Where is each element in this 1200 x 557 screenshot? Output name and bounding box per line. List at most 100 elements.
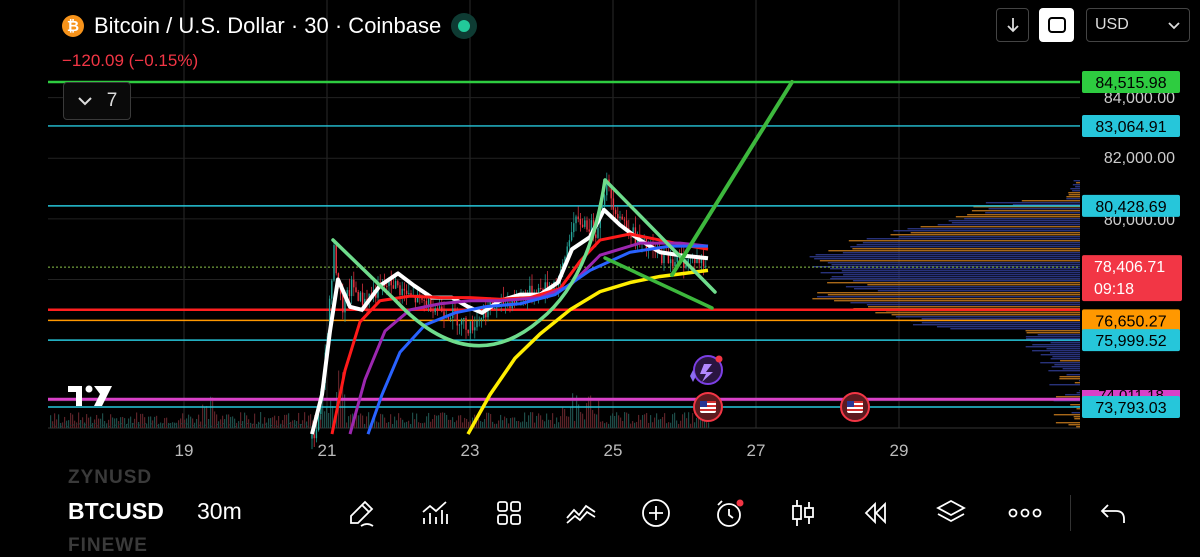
candle-body <box>199 424 201 426</box>
candle-body <box>229 424 231 426</box>
profile-bar <box>1021 200 1080 202</box>
profile-bar <box>1072 184 1080 186</box>
candle-body <box>353 279 355 288</box>
chart-type-button[interactable] <box>786 496 820 530</box>
profile-bar <box>831 276 1080 278</box>
chevron-down-icon <box>1168 21 1180 29</box>
draw-tool-button[interactable] <box>345 496 379 530</box>
volume-bar <box>578 404 580 428</box>
volume-bar <box>422 423 424 428</box>
indicators-button[interactable] <box>418 496 452 530</box>
candle-body <box>286 424 288 426</box>
volume-bar <box>296 421 298 428</box>
candle-body <box>283 425 285 427</box>
candle-body <box>480 318 483 320</box>
profile-bar <box>1074 418 1080 420</box>
volume-bar <box>420 423 422 428</box>
volume-bar <box>380 413 382 428</box>
profile-bar <box>831 264 1080 266</box>
candle-body <box>223 423 225 425</box>
volume-bar <box>136 412 138 428</box>
volume-bar <box>142 413 144 428</box>
volume-bar <box>414 419 416 428</box>
profile-bar <box>967 214 1080 216</box>
profile-bar <box>843 274 1080 276</box>
volume-bar <box>230 416 232 428</box>
profile-bar <box>1025 346 1080 348</box>
candle-body <box>458 324 461 326</box>
fullscreen-button[interactable] <box>1039 8 1074 42</box>
volume-bar <box>306 421 308 428</box>
profile-bar <box>988 208 1080 210</box>
candle-body <box>355 287 357 292</box>
download-button[interactable] <box>996 8 1029 42</box>
profile-bar <box>848 240 1080 242</box>
event-markers[interactable] <box>690 355 870 422</box>
profile-bar <box>1050 358 1080 360</box>
volume-bar <box>442 412 444 428</box>
profile-bar <box>971 210 1080 212</box>
profile-bar <box>850 302 1080 304</box>
volume-bar <box>74 420 76 428</box>
volume-bar <box>176 422 178 428</box>
candle-body <box>253 423 255 425</box>
profile-bar <box>910 232 1080 234</box>
symbol-header[interactable]: ₿ Bitcoin / U.S. Dollar · 30 · Coinbase <box>62 12 478 40</box>
candle-body <box>295 424 297 426</box>
candle-body <box>348 290 351 297</box>
profile-bar <box>1051 366 1080 368</box>
object-tree-button[interactable] <box>934 496 968 530</box>
volume-bar <box>384 417 386 428</box>
more-button[interactable] <box>1008 496 1042 530</box>
candle-body <box>449 318 452 319</box>
candle-body <box>568 240 571 247</box>
candle-body <box>181 423 183 425</box>
volume-bar <box>78 412 80 428</box>
add-button[interactable] <box>639 496 673 530</box>
profile-bar <box>951 222 1080 224</box>
candle-body <box>575 216 577 224</box>
volume-bar <box>536 415 538 428</box>
volume-bar <box>76 422 78 428</box>
currency-select[interactable]: USD <box>1086 8 1190 42</box>
volume-bar <box>178 420 180 428</box>
chart-grid <box>48 0 1080 429</box>
volume-bar <box>672 414 674 428</box>
timeframe-selector[interactable]: 30m <box>197 498 242 525</box>
indicators-toggle[interactable]: 7 <box>63 82 131 120</box>
volume-bar <box>656 413 658 428</box>
volume-bar <box>400 417 402 428</box>
undo-button[interactable] <box>1096 496 1130 530</box>
profile-bar <box>1025 336 1080 338</box>
symbol-title[interactable]: Bitcoin / U.S. Dollar · 30 · Coinbase <box>94 13 441 39</box>
volume-bar <box>614 415 616 428</box>
candle-body <box>151 423 153 425</box>
candle-body <box>169 423 171 425</box>
candle-body <box>256 425 258 427</box>
layouts-button[interactable] <box>492 496 526 530</box>
alert-button[interactable] <box>712 496 746 530</box>
profile-bar <box>1059 376 1080 378</box>
volume-bar <box>608 423 610 428</box>
volume-bar <box>650 415 652 428</box>
profile-bar <box>1048 370 1080 372</box>
replay-button[interactable] <box>860 496 894 530</box>
price-axis[interactable]: 84,000.0082,000.0080,000.0074,011.1884,5… <box>1082 71 1182 418</box>
profile-bar <box>842 252 1080 254</box>
volume-bar <box>260 412 262 428</box>
volume-bar <box>286 414 288 428</box>
symbol-selector[interactable]: BTCUSD <box>68 498 164 525</box>
candle-body <box>438 306 441 309</box>
candle-body <box>397 281 399 286</box>
profile-bar <box>948 220 1080 222</box>
trend-drawings[interactable] <box>331 80 794 348</box>
candle-body <box>577 216 579 220</box>
compare-button[interactable] <box>564 496 598 530</box>
volume-bar <box>530 412 532 428</box>
profile-bar <box>899 236 1080 238</box>
volume-bar <box>638 414 640 428</box>
volume-bar <box>504 416 506 428</box>
alarm-clock-icon <box>717 499 744 527</box>
volume-bar <box>534 422 536 428</box>
prev-symbol-ghost: ZYNUSD <box>68 467 153 488</box>
